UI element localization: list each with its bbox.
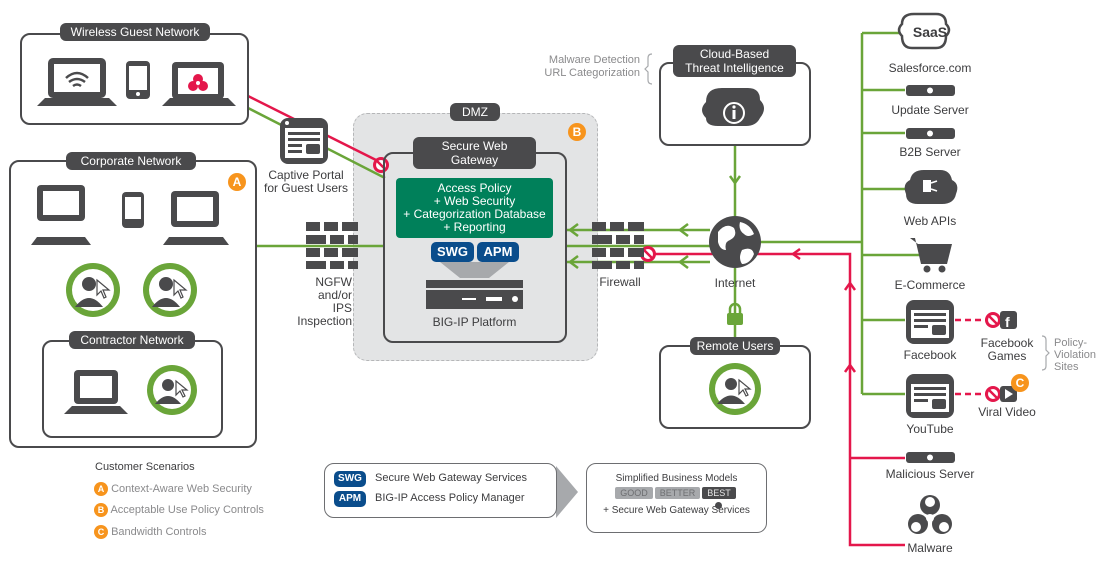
legend-title: Customer Scenarios (95, 461, 195, 473)
big-ip-label: BIG-IP Platform (432, 315, 517, 329)
facebook-games-label: Facebook Games (980, 336, 1034, 363)
tier-best: BEST (702, 487, 736, 499)
badge-b: B (568, 123, 586, 141)
legend-item: B Acceptable Use Policy Controls (94, 503, 264, 517)
apm-tag: APM (477, 242, 519, 262)
models-title: Simplified Business Models (615, 473, 738, 484)
svg-text:f: f (1005, 314, 1010, 330)
brace (1041, 335, 1050, 371)
policy-box: Access Policy + Web Security + Categorizat… (396, 178, 553, 238)
badge-c: C (94, 525, 108, 539)
swg-tag: SWG (334, 471, 366, 487)
facebook-label: Facebook (903, 348, 957, 362)
captive-portal-label: Captive Portal for Guest Users (263, 168, 349, 195)
remote-users-box (659, 345, 811, 429)
laptop-malware-icon (162, 62, 236, 106)
policy-violation-label: Policy- Violation Sites (1054, 337, 1096, 373)
viral-video-label: Viral Video (978, 405, 1036, 419)
swg-tag: SWG (431, 242, 474, 262)
user-icon (147, 365, 197, 415)
user-icon (143, 263, 197, 317)
wireless-guest-network (20, 33, 249, 125)
ecommerce-label: E-Commerce (894, 278, 966, 292)
laptop-icon (163, 191, 229, 245)
web-api-cloud-icon (904, 170, 958, 204)
tier-good: GOOD (615, 487, 653, 499)
apm-tag: APM (334, 491, 366, 507)
device-icons (37, 58, 236, 106)
business-models: Simplified Business Models GOOD BETTER BES… (586, 463, 767, 533)
badge-a: A (228, 173, 246, 191)
user-icon (66, 263, 120, 317)
malicious-server-label: Malicious Server (885, 467, 975, 481)
desktop-monitor-icon (31, 185, 91, 245)
legend-text: Acceptable Use Policy Controls (110, 503, 264, 516)
threat-notes: Malware Detection URL Categorization (544, 54, 640, 79)
facebook-icon: f (1000, 311, 1017, 330)
dmz-title: DMZ (450, 103, 500, 121)
globe-icon (709, 216, 761, 268)
update-server-label: Update Server (891, 103, 969, 117)
ngfw-label: NGFW and/or IPS Inspection (297, 275, 352, 328)
best-marker-dot (715, 502, 722, 509)
laptop-icon (64, 370, 128, 414)
contractor-network (42, 340, 223, 438)
legend-text: Bandwidth Controls (111, 525, 207, 538)
youtube-label: YouTube (906, 422, 954, 436)
models-footer: + Secure Web Gateway Services (603, 505, 750, 516)
saas-icon-text: SaaS (912, 24, 948, 40)
product-legend: SWG Secure Web Gateway Services APM BIG-… (324, 463, 557, 518)
phone-icon (122, 192, 144, 228)
apm-legend-text: BIG-IP Access Policy Manager (375, 492, 525, 504)
captive-portal-icon (280, 118, 328, 164)
user-icon (709, 363, 761, 415)
internet-label: Internet (714, 276, 756, 290)
corporate-title: Corporate Network (66, 152, 196, 170)
badge-b: B (94, 503, 108, 517)
brace (644, 53, 653, 85)
badge-c: C (1011, 374, 1029, 392)
swg-legend-text: Secure Web Gateway Services (375, 472, 528, 484)
web-apis-label: Web APIs (903, 214, 957, 228)
tier-better: BETTER (654, 487, 701, 499)
laptop-wifi-icon (37, 58, 117, 106)
threat-title: Cloud-Based Threat Intelligence (673, 45, 796, 77)
legend-text: Context-Aware Web Security (111, 482, 252, 495)
salesforce-label: Salesforce.com (888, 61, 972, 75)
malware-label: Malware (907, 541, 953, 555)
phone-icon (126, 61, 150, 99)
legend-item: A Context-Aware Web Security (94, 482, 252, 496)
biohazard-icon (908, 495, 952, 534)
b2b-server-label: B2B Server (899, 145, 961, 159)
contractor-title: Contractor Network (69, 331, 195, 349)
remote-users-title: Remote Users (690, 337, 780, 355)
firewall-label: Firewall (599, 275, 641, 289)
badge-a: A (94, 482, 108, 496)
swg-title: Secure Web Gateway (413, 137, 536, 169)
legend-item: C Bandwidth Controls (94, 525, 206, 539)
wireless-guest-title: Wireless Guest Network (60, 23, 210, 41)
